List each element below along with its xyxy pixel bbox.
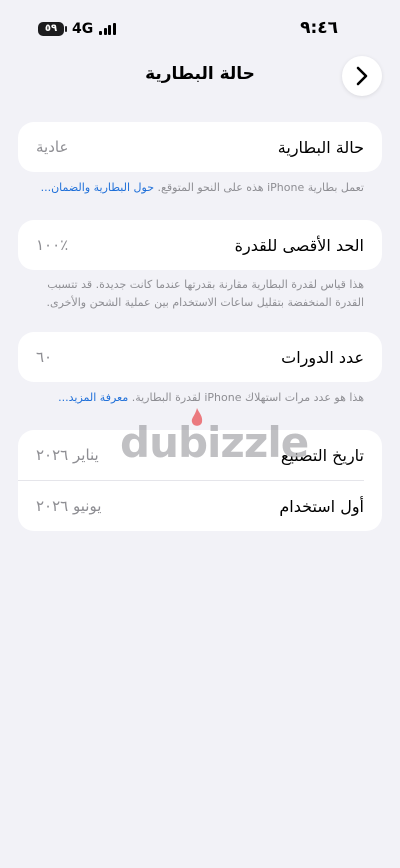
manufacture-date-label: تاريخ التصنيع bbox=[280, 445, 364, 465]
status-indicators: ٥٩ 4G bbox=[38, 21, 117, 37]
max-capacity-footer-text: هذا قياس لقدرة البطارية مقارنة بقدرتها ع… bbox=[46, 278, 364, 309]
dates-group: تاريخ التصنيع يناير ٢٠٢٦ أول استخدام يون… bbox=[18, 430, 382, 531]
signal-icon bbox=[99, 23, 117, 35]
battery-warranty-link[interactable]: حول البطارية والضمان... bbox=[41, 181, 154, 194]
battery-health-label: حالة البطارية bbox=[277, 137, 364, 157]
max-capacity-group: الحد الأقصى للقدرة ٪١٠٠ bbox=[18, 220, 382, 270]
page-title: حالة البطارية bbox=[145, 64, 255, 84]
battery-health-footer: تعمل بطارية iPhone هذه على النحو المتوقع… bbox=[36, 179, 364, 197]
first-use-value: يونيو ٢٠٢٦ bbox=[36, 497, 102, 515]
max-capacity-row: الحد الأقصى للقدرة ٪١٠٠ bbox=[18, 220, 382, 270]
back-button[interactable] bbox=[342, 56, 382, 96]
first-use-row: أول استخدام يونيو ٢٠٢٦ bbox=[18, 481, 382, 531]
battery-health-screen: ٥٩ 4G ٩:٤٦ حالة البطارية حالة البطارية ع… bbox=[0, 0, 400, 868]
learn-more-link[interactable]: معرفة المزيد... bbox=[58, 391, 128, 404]
battery-health-footer-text: تعمل بطارية iPhone هذه على النحو المتوقع… bbox=[154, 181, 364, 194]
cycle-count-footer-text: هذا هو عدد مرات استهلاك iPhone لقدرة الب… bbox=[128, 391, 364, 404]
cycle-count-footer: هذا هو عدد مرات استهلاك iPhone لقدرة الب… bbox=[36, 389, 364, 407]
flame-icon bbox=[191, 408, 203, 426]
manufacture-date-value: يناير ٢٠٢٦ bbox=[36, 446, 99, 464]
network-type: 4G bbox=[72, 21, 94, 37]
battery-indicator: ٥٩ bbox=[38, 22, 67, 36]
cycle-count-group: عدد الدورات ٦٠ bbox=[18, 332, 382, 382]
max-capacity-footer: هذا قياس لقدرة البطارية مقارنة بقدرتها ع… bbox=[36, 276, 364, 312]
battery-health-value: عادية bbox=[36, 138, 69, 156]
battery-health-group: حالة البطارية عادية bbox=[18, 122, 382, 172]
max-capacity-value: ٪١٠٠ bbox=[36, 236, 69, 254]
manufacture-date-row: تاريخ التصنيع يناير ٢٠٢٦ bbox=[18, 430, 382, 480]
max-capacity-label: الحد الأقصى للقدرة bbox=[234, 235, 364, 255]
cycle-count-row: عدد الدورات ٦٠ bbox=[18, 332, 382, 382]
cycle-count-label: عدد الدورات bbox=[281, 347, 364, 367]
cycle-count-value: ٦٠ bbox=[36, 348, 53, 366]
first-use-label: أول استخدام bbox=[279, 496, 364, 516]
battery-health-row[interactable]: حالة البطارية عادية bbox=[18, 122, 382, 172]
chevron-right-icon bbox=[356, 66, 368, 86]
status-time: ٩:٤٦ bbox=[300, 18, 338, 38]
status-bar: ٥٩ 4G ٩:٤٦ bbox=[0, 16, 400, 44]
